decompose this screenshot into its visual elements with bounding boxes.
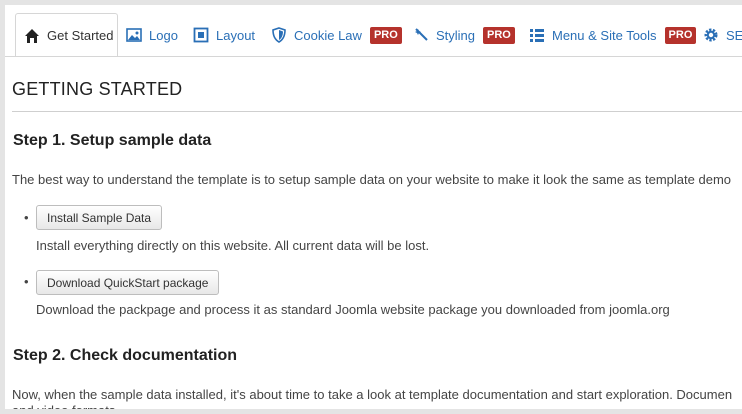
tab-label: Logo bbox=[149, 27, 178, 43]
tab-seo[interactable]: SE bbox=[695, 13, 742, 56]
step2-heading: Step 2. Check documentation bbox=[13, 347, 238, 364]
bullet: • bbox=[24, 210, 29, 225]
pro-badge: PRO bbox=[369, 26, 402, 44]
tab-cookie-law[interactable]: Cookie Law PRO bbox=[263, 13, 410, 56]
install-sample-data-button[interactable]: Install Sample Data bbox=[36, 205, 163, 230]
tab-bar: Get Started Logo Layout Cookie Law PRO S… bbox=[5, 5, 742, 57]
image-icon bbox=[126, 27, 142, 43]
tab-label: Cookie Law bbox=[294, 27, 362, 43]
tab-label: Menu & Site Tools bbox=[552, 27, 657, 43]
download-quickstart-button[interactable]: Download QuickStart package bbox=[36, 270, 220, 295]
magic-wand-icon bbox=[413, 27, 429, 43]
pro-badge: PRO bbox=[664, 26, 697, 44]
divider bbox=[12, 111, 742, 112]
step2-text-continued: and video formats. bbox=[12, 403, 119, 414]
install-sample-data-desc: Install everything directly on this webs… bbox=[36, 238, 430, 253]
tab-label: Styling bbox=[436, 27, 476, 43]
download-quickstart-desc: Download the packpage and process it as … bbox=[36, 302, 670, 317]
gear-icon bbox=[703, 27, 719, 43]
template-settings-panel: Get Started Logo Layout Cookie Law PRO S… bbox=[0, 0, 742, 414]
tab-logo[interactable]: Logo bbox=[118, 13, 186, 56]
tab-menu-site-tools[interactable]: Menu & Site Tools PRO bbox=[521, 13, 704, 56]
home-icon bbox=[24, 28, 40, 44]
layout-icon bbox=[193, 27, 209, 43]
shield-icon bbox=[271, 27, 287, 43]
step1-intro: The best way to understand the template … bbox=[12, 172, 732, 187]
list-icon bbox=[529, 27, 545, 43]
tab-get-started[interactable]: Get Started bbox=[15, 13, 118, 56]
tab-styling[interactable]: Styling PRO bbox=[405, 13, 523, 56]
tab-label: Layout bbox=[216, 27, 256, 43]
step2-text: Now, when the sample data installed, it'… bbox=[12, 387, 733, 402]
tab-layout[interactable]: Layout bbox=[185, 13, 263, 56]
pro-badge: PRO bbox=[483, 26, 515, 44]
tab-label: Get Started bbox=[47, 28, 114, 43]
step1-heading: Step 1. Setup sample data bbox=[13, 132, 212, 149]
bullet: • bbox=[24, 274, 29, 289]
tab-label: SE bbox=[726, 27, 742, 43]
page-title: GETTING STARTED bbox=[12, 79, 183, 99]
